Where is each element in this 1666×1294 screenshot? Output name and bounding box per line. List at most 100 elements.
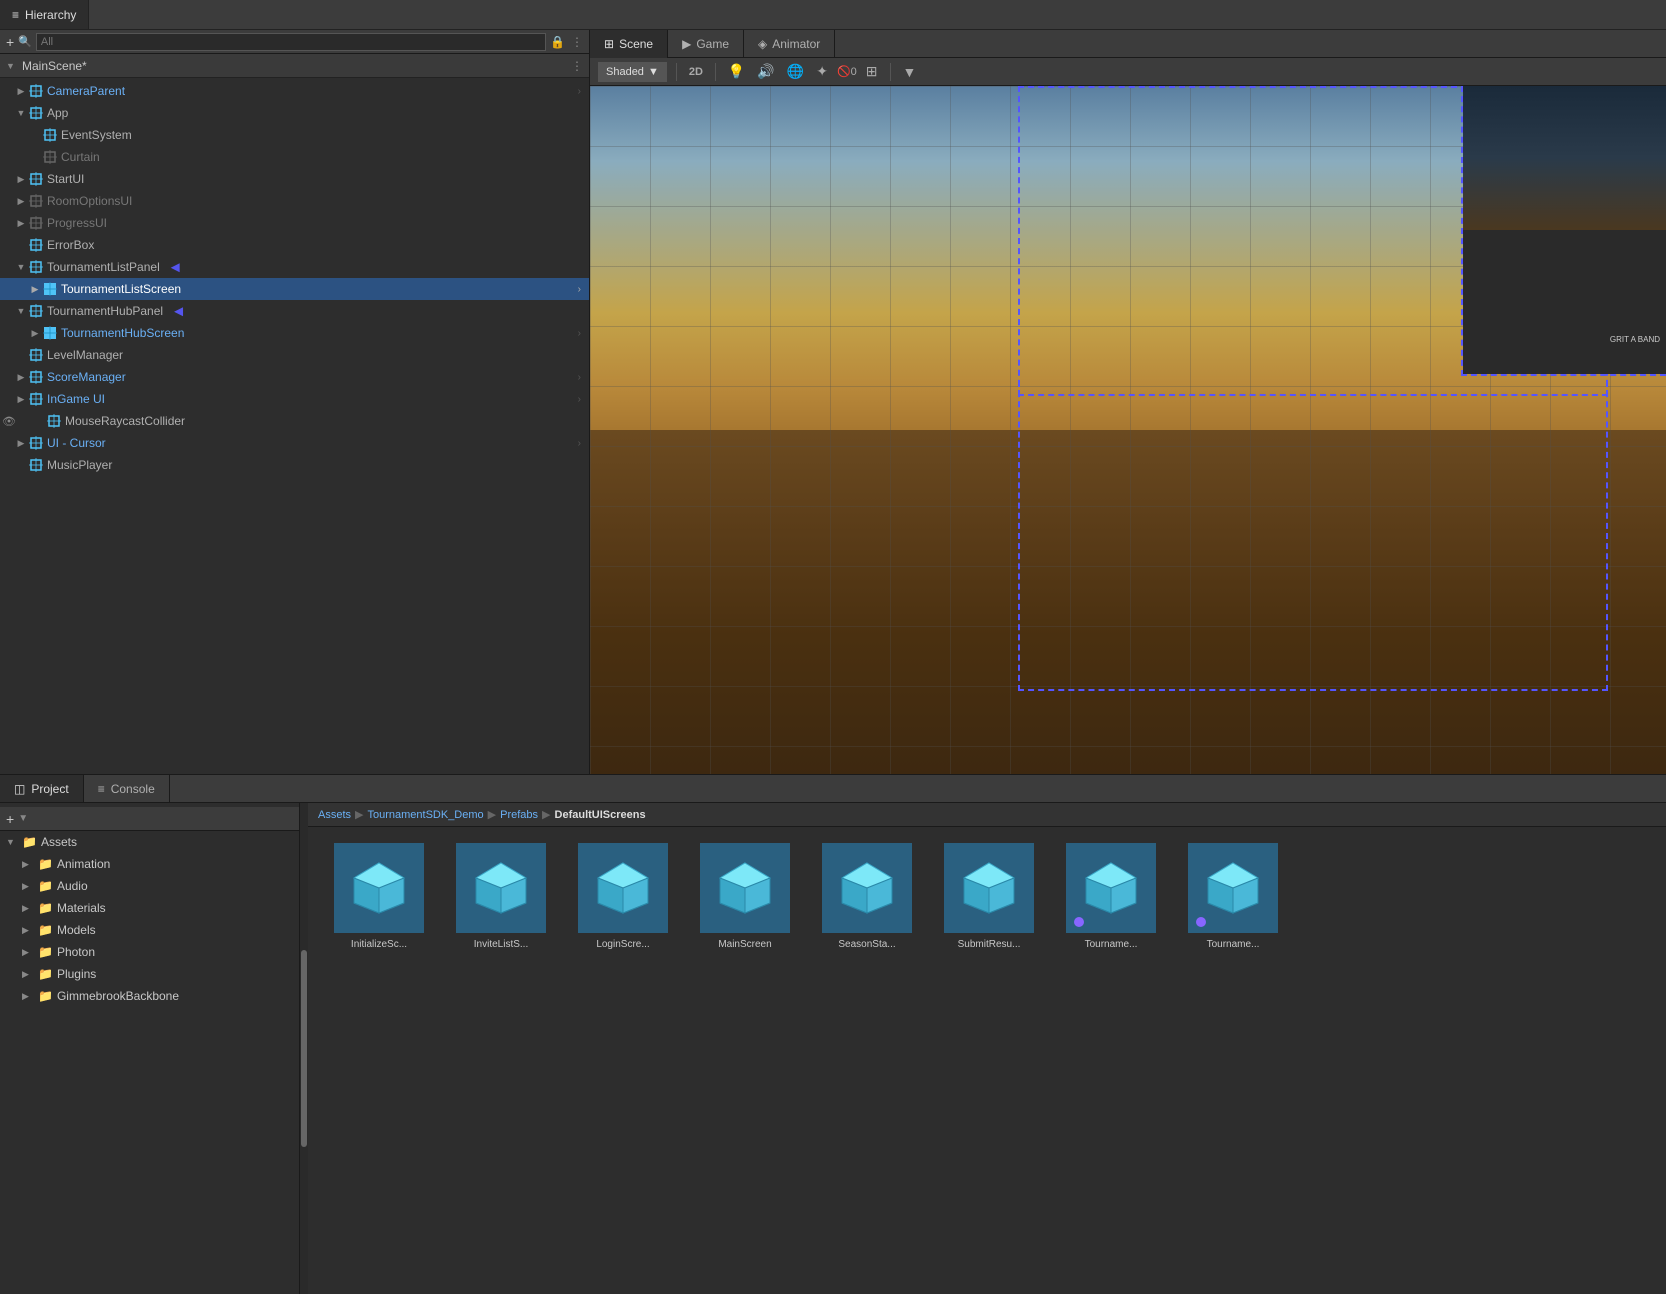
asset-thumb-tourname2 [1188, 843, 1278, 933]
label-curtain: Curtain [61, 150, 100, 164]
file-item-plugins[interactable]: ▶ 📁 Plugins [0, 963, 299, 985]
asset-invitelist[interactable]: InviteListS... [446, 843, 556, 950]
label-scoremanager: ScoreManager [47, 370, 126, 384]
assets-panel: Assets ▶ TournamentSDK_Demo ▶ Prefabs ▶ … [308, 803, 1666, 1294]
tab-hierarchy[interactable]: ≡ Hierarchy [0, 0, 89, 29]
tab-game[interactable]: ▶ Game [668, 30, 744, 58]
animator-tab-icon: ◈ [758, 37, 767, 51]
tree-item-progressui[interactable]: ProgressUI [0, 212, 589, 234]
arrow-scoremanager [14, 372, 28, 383]
scene-viewport[interactable]: GRIT A BAND [590, 86, 1666, 774]
file-item-audio[interactable]: ▶ 📁 Audio [0, 875, 299, 897]
file-item-animation[interactable]: ▶ 📁 Animation [0, 853, 299, 875]
asset-thumb-tourname1 [1066, 843, 1156, 933]
icon-errorbox [28, 237, 44, 253]
asset-submitresu[interactable]: SubmitResu... [934, 843, 1044, 950]
tab-project[interactable]: ◫ Project [0, 775, 84, 802]
sep1: ▶ [355, 808, 363, 821]
tree-item-musicplayer[interactable]: MusicPlayer [0, 454, 589, 476]
tree-item-scoremanager[interactable]: ScoreManager › [0, 366, 589, 388]
file-item-materials[interactable]: ▶ 📁 Materials [0, 897, 299, 919]
label-errorbox: ErrorBox [47, 238, 94, 252]
file-item-gimmebrook[interactable]: ▶ 📁 GimmebrookBackbone [0, 985, 299, 1007]
sound-button[interactable]: 🔊 [754, 61, 777, 82]
mainscene-arrow[interactable]: ▼ [6, 61, 18, 71]
mini-sky [1463, 86, 1666, 230]
asset-tourname1[interactable]: Tourname... [1056, 843, 1166, 950]
breadcrumb-assets[interactable]: Assets [318, 809, 351, 821]
asset-thumb-mainscreen [700, 843, 790, 933]
tree-item-errorbox[interactable]: ErrorBox [0, 234, 589, 256]
tree-item-startui[interactable]: StartUI [0, 168, 589, 190]
fx-button[interactable]: ✦ [813, 61, 831, 82]
2d-button[interactable]: 2D [686, 64, 706, 80]
breadcrumb-prefabs[interactable]: Prefabs [500, 809, 538, 821]
lock-icon: 🔒 [550, 35, 565, 49]
add-button[interactable]: + [6, 34, 14, 50]
skybox-button[interactable]: 🌐 [784, 61, 807, 82]
tree-item-uicursor[interactable]: UI - Cursor › [0, 432, 589, 454]
tree-item-eventsystem[interactable]: EventSystem [0, 124, 589, 146]
arrow-progressui [14, 218, 28, 229]
label-audio: Audio [57, 879, 88, 893]
arrow-indicator-hubpanel: ◄ [171, 303, 186, 320]
tab-scene[interactable]: ⊞ Scene [590, 30, 668, 58]
hierarchy-panel: + 🔍 🔒 ⋮ ▼ MainScene* ⋮ CameraParent [0, 30, 590, 774]
game-tab-icon: ▶ [682, 37, 691, 51]
sep2: ▶ [488, 808, 496, 821]
icon-ingameui [28, 391, 44, 407]
file-tree-scrollbar[interactable] [300, 803, 308, 1294]
assets-breadcrumb: Assets ▶ TournamentSDK_Demo ▶ Prefabs ▶ … [308, 803, 1666, 827]
folder-icon-plugins: 📁 [38, 967, 53, 981]
asset-mainscreen[interactable]: MainScreen [690, 843, 800, 950]
label-gimmebrook: GimmebrookBackbone [57, 989, 179, 1003]
mini-ground [1463, 230, 1666, 374]
tree-item-app[interactable]: App [0, 102, 589, 124]
asset-thumb-submitresu [944, 843, 1034, 933]
icon-app [28, 105, 44, 121]
icon-tournamentlistscreen [42, 281, 58, 297]
label-startui: StartUI [47, 172, 84, 186]
arrow-startui [14, 174, 28, 185]
more-scene-btn[interactable]: ▼ [900, 62, 920, 82]
search-input[interactable] [36, 33, 546, 51]
light-button[interactable]: 💡 [725, 61, 748, 82]
mainscene-label: MainScene* [22, 59, 87, 73]
tree-item-tournamentlistscreen[interactable]: TournamentListScreen › [0, 278, 589, 300]
grid-button[interactable]: ⊞ [863, 61, 881, 82]
asset-thumb-login [578, 843, 668, 933]
tree-item-tournamentlistpanel[interactable]: TournamentListPanel ◄ [0, 256, 589, 278]
folder-icon-materials: 📁 [38, 901, 53, 915]
shading-dropdown[interactable]: Shaded ▼ [598, 62, 667, 82]
tree-item-curtain[interactable]: Curtain [0, 146, 589, 168]
tab-animator[interactable]: ◈ Animator [744, 30, 835, 58]
tree-item-cameraparent[interactable]: CameraParent › [0, 80, 589, 102]
label-roomoptions: RoomOptionsUI [47, 194, 132, 208]
tree-item-ingameui[interactable]: InGame UI › [0, 388, 589, 410]
tab-console[interactable]: ≡ Console [84, 775, 170, 802]
chevron-cameraparent: › [578, 86, 581, 97]
asset-seasonsta[interactable]: SeasonSta... [812, 843, 922, 950]
label-ingameui: InGame UI [47, 392, 105, 406]
tree-item-tournamenthubpanel[interactable]: TournamentHubPanel ◄ [0, 300, 589, 322]
bottom-tab-bar: ◫ Project ≡ Console [0, 775, 1666, 803]
tree-item-tournamenthubscreen[interactable]: TournamentHubScreen › [0, 322, 589, 344]
asset-login[interactable]: LoginScre... [568, 843, 678, 950]
file-item-photon[interactable]: ▶ 📁 Photon [0, 941, 299, 963]
asset-name-submitresu: SubmitResu... [958, 939, 1021, 950]
mainscene-more[interactable]: ⋮ [571, 59, 583, 73]
file-item-assets[interactable]: ▼ 📁 Assets [0, 831, 299, 853]
arrow-uicursor [14, 438, 28, 449]
tree-item-mouseraycast[interactable]: 👁 MouseRaycastCollider [0, 410, 589, 432]
tree-item-levelmanager[interactable]: LevelManager [0, 344, 589, 366]
tree-item-roomoptions[interactable]: RoomOptionsUI [0, 190, 589, 212]
file-item-models[interactable]: ▶ 📁 Models [0, 919, 299, 941]
label-materials: Materials [57, 901, 106, 915]
project-add-button[interactable]: + [6, 811, 14, 827]
breadcrumb-tournamentsdk[interactable]: TournamentSDK_Demo [367, 809, 483, 821]
separator2 [715, 63, 716, 81]
scene-panel: ⊞ Scene ▶ Game ◈ Animator Shaded ▼ 2D 💡 … [590, 30, 1666, 774]
asset-initialize[interactable]: InitializeSc... [324, 843, 434, 950]
bottom-toolbar: + ▼ [0, 807, 299, 831]
asset-tourname2[interactable]: Tourname... [1178, 843, 1288, 950]
